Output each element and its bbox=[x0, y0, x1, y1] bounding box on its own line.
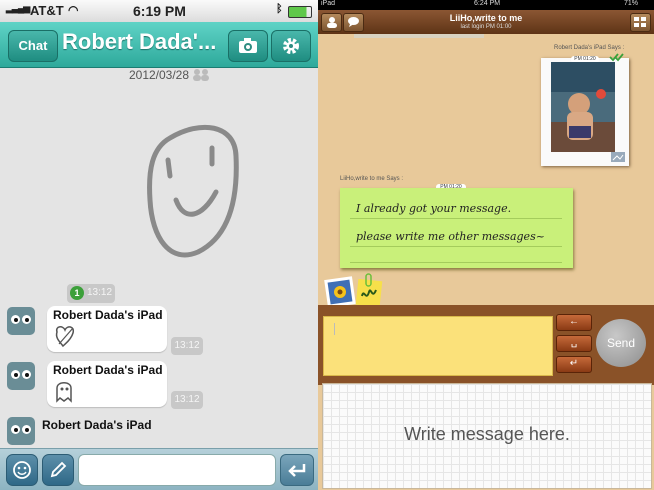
avatar[interactable] bbox=[7, 417, 35, 445]
draw-button[interactable] bbox=[42, 454, 74, 486]
chat-list-button[interactable] bbox=[343, 13, 364, 32]
input-toolbar bbox=[0, 448, 318, 490]
phone-chat-screen: ▂▃▄▅ AT&T ◠ 6:19 PM ᛒ Chat Robert Dada'.… bbox=[0, 0, 318, 490]
ipad-chat-screen: iPad 6:24 PM 71% LiiHo,write to me last … bbox=[318, 0, 654, 490]
ipad-clock: 6:24 PM bbox=[474, 0, 501, 7]
carrier-label: AT&T bbox=[30, 3, 64, 18]
photo-sticker-tab[interactable] bbox=[324, 276, 356, 308]
ghost-sticker bbox=[56, 382, 72, 403]
unread-count-badge: 1 bbox=[70, 286, 84, 300]
signal-icon: ▂▃▄▅ bbox=[6, 3, 30, 13]
read-check-icon bbox=[609, 53, 624, 62]
ipad-header: LiiHo,write to me last login PM 01:00 bbox=[318, 10, 654, 34]
conversation-date: 2012/03/28 bbox=[128, 68, 190, 82]
bluetooth-icon: ᛒ bbox=[276, 3, 283, 15]
sender-says: Robert Dada's iPad Says : bbox=[554, 45, 625, 51]
enter-key[interactable]: ↵ bbox=[556, 356, 592, 373]
people-icon bbox=[193, 69, 209, 81]
status-bar: ▂▃▄▅ AT&T ◠ 6:19 PM ᛒ bbox=[0, 0, 318, 22]
sent-time: 13:12 bbox=[87, 287, 113, 298]
person-icon bbox=[327, 17, 337, 28]
avatar[interactable] bbox=[7, 307, 35, 335]
handwriting-sticker-tab[interactable] bbox=[354, 272, 384, 308]
space-key[interactable]: ␣ bbox=[556, 335, 592, 352]
send-button[interactable] bbox=[280, 454, 314, 486]
message-time: 13:12 bbox=[171, 391, 203, 409]
camera-button[interactable] bbox=[228, 30, 268, 62]
photo-message[interactable]: PM 01:20 bbox=[541, 53, 629, 166]
last-login: last login PM 01:00 bbox=[460, 24, 512, 30]
smiley-icon bbox=[13, 461, 31, 479]
message-input[interactable] bbox=[78, 454, 276, 486]
return-arrow-icon bbox=[288, 464, 306, 477]
sender-says: LiiHo,write to me Says : bbox=[340, 176, 404, 182]
message-bubble[interactable]: Robert Dada's iPad bbox=[47, 306, 167, 352]
navigation-bar: Chat Robert Dada'... bbox=[0, 22, 318, 68]
ipad-status-bar: iPad 6:24 PM 71% bbox=[318, 0, 654, 10]
send-button[interactable]: Send bbox=[596, 319, 646, 367]
camera-icon bbox=[239, 38, 257, 53]
text-compose-field[interactable] bbox=[323, 316, 553, 376]
grid-icon bbox=[634, 17, 646, 27]
device-label: iPad bbox=[321, 0, 336, 7]
text-cursor bbox=[334, 323, 335, 335]
profile-button[interactable] bbox=[321, 13, 342, 32]
sent-indicator: 1 13:12 bbox=[67, 284, 115, 303]
sender-name: Robert Dada's iPad bbox=[53, 308, 163, 322]
back-button[interactable]: Chat bbox=[8, 30, 58, 62]
smiley-drawing bbox=[147, 124, 239, 258]
clock: 6:19 PM bbox=[133, 3, 186, 19]
sender-name: Robert Dada's iPad bbox=[42, 418, 152, 432]
note-line-2: please write me other messages~ bbox=[356, 230, 545, 243]
message-time: 13:12 bbox=[171, 337, 203, 355]
speech-bubble-icon bbox=[348, 17, 359, 27]
pencil-icon bbox=[50, 461, 67, 478]
canvas-hint: Write message here. bbox=[404, 424, 570, 444]
handwriting-canvas[interactable]: Write message here. bbox=[322, 383, 652, 489]
settings-button[interactable] bbox=[271, 30, 311, 62]
doodle-sticker bbox=[55, 326, 75, 348]
menu-button[interactable] bbox=[630, 13, 651, 32]
avatar[interactable] bbox=[7, 362, 35, 390]
handwritten-note-message[interactable]: I already got your message. please write… bbox=[340, 188, 573, 268]
emoji-button[interactable] bbox=[6, 454, 38, 486]
expand-image-icon[interactable] bbox=[611, 152, 625, 162]
previous-note-edge bbox=[354, 34, 484, 38]
wifi-icon: ◠ bbox=[68, 3, 79, 17]
gear-icon bbox=[283, 38, 299, 54]
backspace-key[interactable]: ← bbox=[556, 314, 592, 331]
battery-percent: 71% bbox=[624, 0, 639, 7]
note-line-1: I already got your message. bbox=[356, 202, 512, 215]
conversation-title: Robert Dada'... bbox=[62, 29, 217, 54]
photo-thumbnail[interactable] bbox=[551, 62, 615, 152]
battery-icon bbox=[288, 6, 312, 18]
ipad-conversation-title: LiiHo,write to me bbox=[449, 13, 523, 23]
message-bubble[interactable]: Robert Dada's iPad bbox=[47, 361, 167, 407]
sender-name: Robert Dada's iPad bbox=[53, 363, 163, 377]
